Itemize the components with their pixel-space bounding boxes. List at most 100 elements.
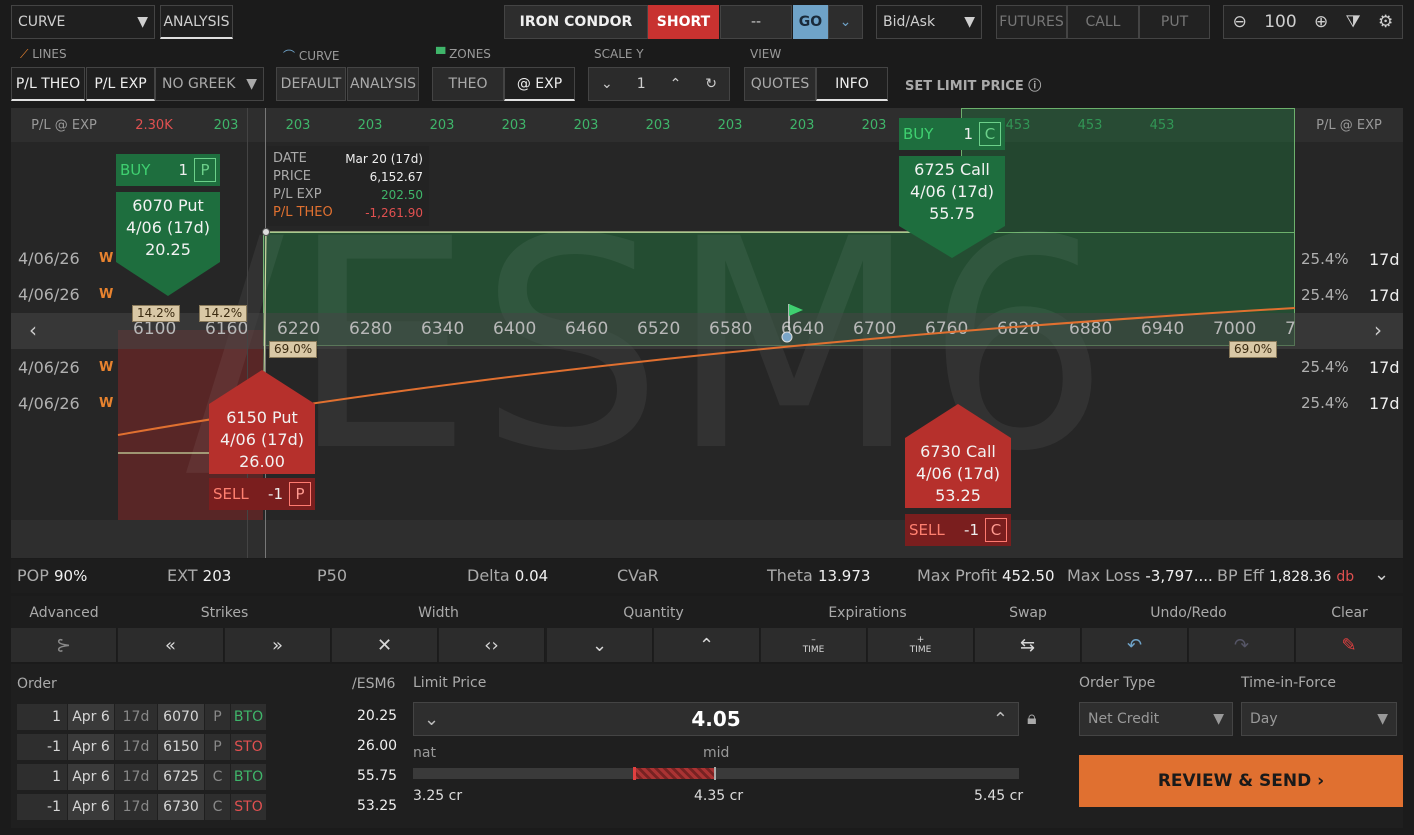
curve-default-button[interactable]: DEFAULT [276, 67, 346, 101]
order-leg-row[interactable]: 1 Apr 6 17d 6725 C BTO [17, 764, 267, 790]
set-limit-price-link[interactable]: SET LIMIT PRICE ⓘ [905, 75, 1041, 94]
clear-button[interactable]: ✎ [1296, 628, 1403, 662]
buy-put-header[interactable]: BUY 1 P [116, 154, 220, 186]
width-narrow-button[interactable]: ✕ [332, 628, 438, 662]
strategy-option-select[interactable]: -- [720, 5, 792, 39]
advanced-icon: ⊱ [55, 634, 72, 656]
greek-select[interactable]: NO GREEK ▼ [155, 67, 264, 101]
order-leg-action: BTO [231, 704, 266, 730]
quantity-up-button[interactable]: ⌃ [654, 628, 760, 662]
order-leg-row[interactable]: -1 Apr 6 17d 6730 C STO [17, 794, 267, 820]
delta-value: 0.04 [514, 567, 549, 585]
pl-theo-button[interactable]: P/L THEO [11, 67, 85, 101]
review-send-button[interactable]: REVIEW & SEND › [1079, 755, 1403, 807]
delta-stat: Delta 0.04 [467, 566, 548, 585]
chevron-down-icon[interactable]: ⌄ [828, 5, 863, 39]
strikes-down-button[interactable]: « [118, 628, 224, 662]
iv-row-date: 4/06/26 [18, 358, 80, 377]
order-type-select[interactable]: Net Credit ▼ [1079, 702, 1233, 736]
zoom-out-icon[interactable]: ⊖ [1233, 12, 1247, 32]
put-button[interactable]: PUT [1139, 5, 1210, 39]
order-leg-qty[interactable]: -1 [17, 734, 67, 760]
mid-label: mid [703, 745, 730, 761]
curve-icon: ⌒ [283, 49, 296, 63]
max-profit-value: 452.50 [1002, 567, 1055, 585]
plus-icon: + [916, 635, 925, 645]
pop-label: POP [17, 566, 49, 585]
go-button[interactable]: GO [793, 5, 828, 39]
chevron-down-icon[interactable]: ⌄ [601, 76, 613, 92]
zoom-in-icon[interactable]: ⊕ [1314, 12, 1328, 32]
zones-exp-button[interactable]: @ EXP [504, 67, 575, 101]
width-wide-button[interactable]: ‹› [439, 628, 545, 662]
zoom-level: 100 [1264, 12, 1297, 32]
chevron-up-icon[interactable]: ⌃ [670, 76, 682, 92]
swap-button[interactable]: ⇆ [975, 628, 1081, 662]
order-leg-price: 55.75 [357, 768, 398, 784]
gear-icon[interactable]: ⚙ [1378, 12, 1393, 32]
undo-redo-label: Undo/Redo [1150, 605, 1227, 621]
price-type-select[interactable]: Bid/Ask ▼ [876, 5, 982, 39]
sell-put-card[interactable]: 6150 Put 4/06 (17d) 26.00 [209, 404, 315, 474]
analysis-button[interactable]: ANALYSIS [160, 5, 233, 39]
buy-put-pointer [116, 262, 220, 296]
undo-icon: ↶ [1126, 634, 1143, 656]
order-leg-strike[interactable]: 6070 [158, 704, 204, 730]
time-plus-button[interactable]: + TIME [868, 628, 974, 662]
view-info-button[interactable]: INFO [816, 67, 888, 101]
order-leg-row[interactable]: 1 Apr 6 17d 6070 P BTO [17, 704, 267, 730]
redo-button[interactable]: ↷ [1189, 628, 1295, 662]
tif-select[interactable]: Day ▼ [1241, 702, 1397, 736]
quantity-down-button[interactable]: ⌄ [547, 628, 653, 662]
flag-icon[interactable] [789, 304, 803, 316]
futures-button[interactable]: FUTURES [996, 5, 1067, 39]
sell-put-footer[interactable]: SELL -1 P [209, 478, 315, 510]
tooltip-date-label: DATE [273, 151, 307, 166]
buy-call-card[interactable]: 6725 Call 4/06 (17d) 55.75 [899, 156, 1005, 226]
tif-value: Day [1250, 711, 1278, 727]
curve-analysis-button[interactable]: ANALYSIS [347, 67, 419, 101]
help-icon[interactable]: ⓘ [1028, 79, 1041, 94]
curve-select[interactable]: CURVE ▼ [11, 5, 155, 39]
lock-icon[interactable]: 🔒︎ [1027, 708, 1037, 729]
double-chevron-left-icon: « [164, 634, 176, 656]
tif-label: Time-in-Force [1241, 675, 1337, 691]
sell-call-card[interactable]: 6730 Call 4/06 (17d) 53.25 [905, 438, 1011, 508]
zones-theo-button[interactable]: THEO [432, 67, 504, 101]
refresh-icon[interactable]: ↻ [705, 76, 717, 92]
order-leg-type: P [205, 734, 230, 760]
chevron-down-icon[interactable]: ⌄ [424, 709, 439, 730]
buy-call-strike: 6725 Call [914, 160, 990, 179]
chevron-up-icon[interactable]: ⌃ [993, 709, 1008, 730]
buy-call-header[interactable]: BUY 1 C [899, 118, 1005, 150]
strikes-up-button[interactable]: » [225, 628, 331, 662]
chevron-down-icon[interactable]: ⌄ [1374, 564, 1389, 585]
ext-stat: EXT 203 [167, 566, 231, 585]
order-leg-strike[interactable]: 6725 [158, 764, 204, 790]
call-button[interactable]: CALL [1067, 5, 1139, 39]
order-leg-row[interactable]: -1 Apr 6 17d 6150 P STO [17, 734, 267, 760]
short-button[interactable]: SHORT [648, 5, 719, 39]
order-leg-strike[interactable]: 6730 [158, 794, 204, 820]
price-range-bar[interactable] [413, 767, 1019, 780]
sell-call-footer[interactable]: SELL -1 C [905, 514, 1011, 546]
advanced-button[interactable]: ⊱ [11, 628, 117, 662]
order-leg-qty[interactable]: 1 [17, 704, 67, 730]
pl-exp-button[interactable]: P/L EXP [86, 67, 155, 101]
expirations-label: Expirations [828, 605, 907, 621]
buy-put-card[interactable]: 6070 Put 4/06 (17d) 20.25 [116, 192, 220, 262]
undo-button[interactable]: ↶ [1082, 628, 1188, 662]
order-leg-strike[interactable]: 6150 [158, 734, 204, 760]
order-leg-qty[interactable]: -1 [17, 794, 67, 820]
strategy-select[interactable]: IRON CONDOR [504, 5, 648, 39]
order-leg-days: 17d [115, 794, 157, 820]
order-leg-qty[interactable]: 1 [17, 764, 67, 790]
chart-area[interactable]: P/L @ EXP P/L @ EXP 2.30K 203 203 203 203 203… [11, 108, 1403, 558]
time-minus-button[interactable]: – TIME [761, 628, 867, 662]
limit-marker[interactable] [633, 767, 636, 780]
limit-price-input[interactable]: ⌄ 4.05 ⌃ [413, 702, 1019, 736]
view-quotes-button[interactable]: QUOTES [744, 67, 816, 101]
filter-icon[interactable]: ⧩ [1346, 12, 1361, 32]
current-price-marker[interactable] [781, 331, 793, 343]
sell-call-price: 53.25 [935, 486, 981, 505]
